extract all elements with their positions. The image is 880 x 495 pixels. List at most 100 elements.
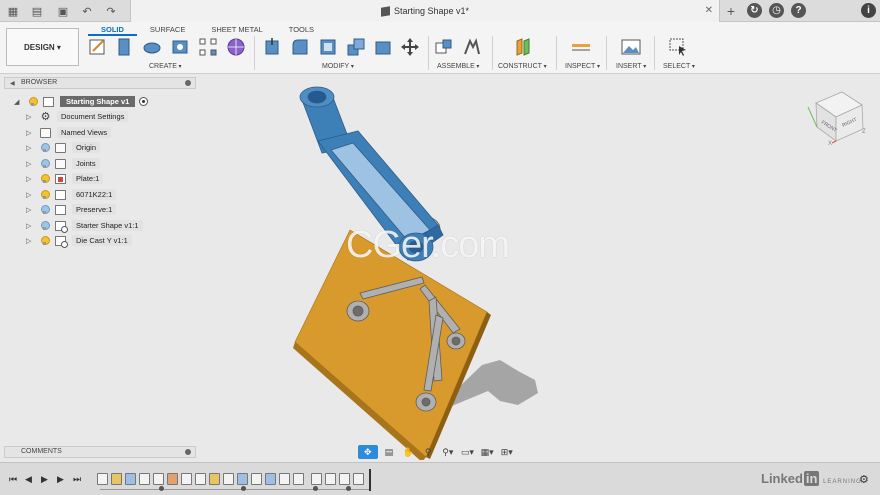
- tree-item-joints[interactable]: ▷ Joints: [26, 157, 100, 170]
- viewports-icon[interactable]: ⊞▾: [498, 445, 515, 459]
- tree-item-preserve[interactable]: ▷ Preserve:1: [26, 203, 117, 216]
- timeline-feature-item[interactable]: [167, 473, 178, 485]
- tree-item-named-views[interactable]: ▷ Named Views: [26, 126, 112, 139]
- fillet-icon[interactable]: [290, 37, 310, 57]
- undo-icon[interactable]: ↶: [80, 4, 94, 18]
- file-icon[interactable]: ▤: [30, 4, 44, 18]
- new-component-icon[interactable]: [434, 37, 454, 57]
- pan-hand-icon[interactable]: ✋: [400, 445, 417, 459]
- timeline-feature-item[interactable]: [111, 473, 122, 485]
- job-status-icon[interactable]: ↻: [747, 3, 762, 18]
- timeline-feature-item[interactable]: [325, 473, 336, 485]
- timeline-feature-item[interactable]: [153, 473, 164, 485]
- new-tab-icon[interactable]: +: [724, 3, 738, 19]
- tab-solid[interactable]: SOLID: [88, 24, 137, 36]
- expanded-triangle-icon[interactable]: ◢: [14, 98, 22, 106]
- measure-icon[interactable]: [571, 37, 591, 57]
- inspect-menu[interactable]: INSPECT: [565, 63, 600, 70]
- insert-image-icon[interactable]: [621, 37, 641, 57]
- browser-panel-header[interactable]: ◀ BROWSER: [4, 77, 196, 89]
- tab-sheet-metal[interactable]: SHEET METAL: [198, 24, 275, 36]
- move-icon[interactable]: [400, 37, 420, 57]
- tree-item-starter-shape[interactable]: ▷ Starter Shape v1:1: [26, 219, 143, 233]
- timeline-feature-item[interactable]: [125, 473, 136, 485]
- select-icon[interactable]: [668, 37, 688, 57]
- redo-icon[interactable]: ↷: [104, 4, 118, 18]
- timeline-feature-item[interactable]: [223, 473, 234, 485]
- look-at-icon[interactable]: ▤: [381, 445, 398, 459]
- user-avatar[interactable]: i: [861, 3, 876, 18]
- visibility-bulb-icon[interactable]: [40, 204, 50, 215]
- document-tab[interactable]: Starting Shape v1* ✕: [130, 0, 720, 22]
- collapsed-triangle-icon[interactable]: ▷: [26, 222, 34, 230]
- visibility-bulb-icon[interactable]: [28, 96, 38, 107]
- timeline-settings-gear-icon[interactable]: ⚙: [859, 473, 869, 486]
- root-component-label[interactable]: Starting Shape v1: [60, 96, 136, 107]
- grid-settings-icon[interactable]: ▦▾: [479, 445, 496, 459]
- tree-item-die-cast[interactable]: ▷ Die Cast Y v1:1: [26, 234, 132, 248]
- timeline-marker-handle[interactable]: [369, 469, 371, 491]
- insert-menu[interactable]: INSERT: [616, 63, 646, 70]
- visibility-bulb-icon[interactable]: [40, 220, 50, 231]
- timeline-feature-item[interactable]: [97, 473, 108, 485]
- collapsed-triangle-icon[interactable]: ▷: [26, 113, 34, 121]
- play-icon[interactable]: ▶: [41, 474, 48, 485]
- collapsed-triangle-icon[interactable]: ▷: [26, 129, 34, 137]
- timeline-feature-item[interactable]: [139, 473, 150, 485]
- sketch-icon[interactable]: [88, 37, 108, 57]
- tab-surface[interactable]: SURFACE: [137, 24, 198, 36]
- assemble-menu[interactable]: ASSEMBLE: [437, 63, 479, 70]
- extrude-icon[interactable]: [114, 37, 134, 57]
- collapsed-triangle-icon[interactable]: ▷: [26, 191, 34, 199]
- visibility-bulb-icon[interactable]: [40, 173, 50, 184]
- go-to-end-icon[interactable]: ⏭: [73, 474, 81, 485]
- panel-pin-icon[interactable]: [185, 80, 191, 86]
- tree-root[interactable]: ◢ Starting Shape v1: [14, 95, 149, 108]
- save-icon[interactable]: ▣: [56, 4, 70, 18]
- tree-item-document-settings[interactable]: ▷ ⚙ Document Settings: [26, 110, 129, 123]
- combine-icon[interactable]: [346, 37, 366, 57]
- press-pull-icon[interactable]: [262, 37, 282, 57]
- tab-tools[interactable]: TOOLS: [276, 24, 327, 36]
- collapsed-triangle-icon[interactable]: ▷: [26, 160, 34, 168]
- activate-radio-icon[interactable]: [139, 97, 149, 106]
- grid-menu-icon[interactable]: ▦: [6, 4, 20, 18]
- step-forward-icon[interactable]: ▶: [57, 474, 64, 485]
- modify-menu[interactable]: MODIFY: [322, 63, 354, 70]
- 3d-viewport[interactable]: FRONT RIGHT X Z: [200, 75, 880, 460]
- timeline-feature-item[interactable]: [181, 473, 192, 485]
- viewcube[interactable]: FRONT RIGHT X Z: [807, 91, 866, 147]
- collapsed-triangle-icon[interactable]: ▷: [26, 144, 34, 152]
- help-icon[interactable]: ?: [791, 3, 806, 18]
- zoom-icon[interactable]: ⚲: [420, 445, 437, 459]
- tree-item-6071k22[interactable]: ▷ 6071K22:1: [26, 188, 117, 201]
- workspace-switcher[interactable]: DESIGN ▾: [6, 28, 79, 66]
- form-icon[interactable]: [226, 37, 246, 57]
- select-menu[interactable]: SELECT: [663, 63, 695, 70]
- panel-pin-icon[interactable]: [185, 449, 191, 455]
- orbit-icon[interactable]: ✥: [358, 445, 378, 459]
- visibility-bulb-icon[interactable]: [40, 235, 50, 246]
- tree-item-origin[interactable]: ▷ Origin: [26, 141, 101, 154]
- collapsed-triangle-icon[interactable]: ▷: [26, 237, 34, 245]
- collapse-triangle-icon[interactable]: ◀: [10, 80, 15, 87]
- timeline-feature-item[interactable]: [339, 473, 350, 485]
- scale-icon[interactable]: [373, 37, 393, 57]
- visibility-bulb-icon[interactable]: [40, 158, 50, 169]
- visibility-bulb-icon[interactable]: [40, 189, 50, 200]
- display-settings-icon[interactable]: ▭▾: [459, 445, 476, 459]
- timeline-feature-item[interactable]: [209, 473, 220, 485]
- timeline-feature-item[interactable]: [279, 473, 290, 485]
- visibility-bulb-icon[interactable]: [40, 142, 50, 153]
- collapsed-triangle-icon[interactable]: ▷: [26, 206, 34, 214]
- timeline-feature-item[interactable]: [293, 473, 304, 485]
- shell-icon[interactable]: [318, 37, 338, 57]
- go-to-start-icon[interactable]: ⏮: [9, 474, 17, 485]
- timeline-feature-item[interactable]: [311, 473, 322, 485]
- collapsed-triangle-icon[interactable]: ▷: [26, 175, 34, 183]
- timeline-feature-item[interactable]: [195, 473, 206, 485]
- timeline-feature-item[interactable]: [237, 473, 248, 485]
- revolve-icon[interactable]: [142, 37, 162, 57]
- hole-icon[interactable]: [170, 37, 190, 57]
- close-tab-icon[interactable]: ✕: [705, 5, 713, 16]
